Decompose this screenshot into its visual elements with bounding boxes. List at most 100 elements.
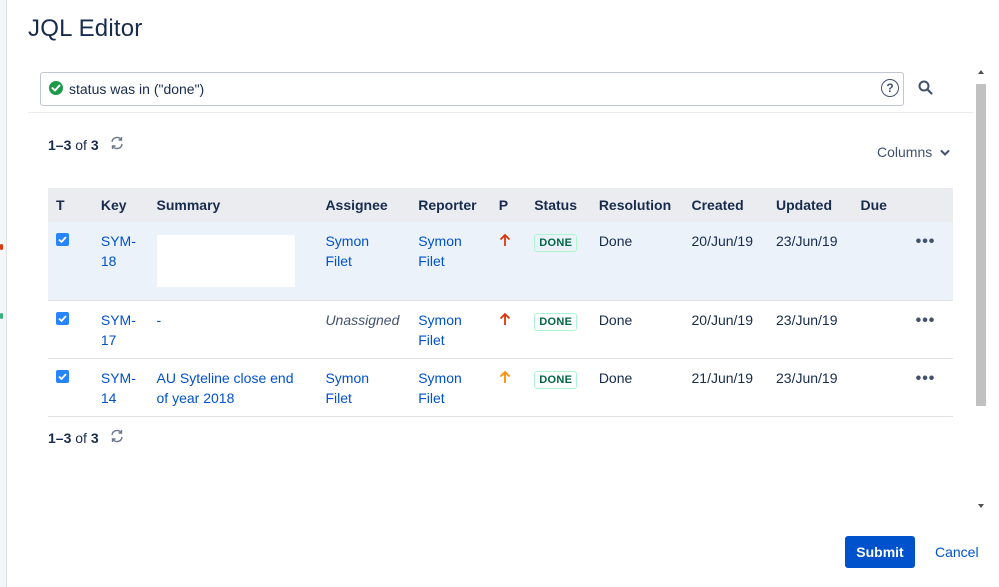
key-cell[interactable]: SYM- 17: [92, 300, 149, 359]
task-type-checkbox-icon: [56, 233, 69, 246]
pagination-bottom: 1–3 of 3: [48, 428, 125, 447]
key-cell[interactable]: SYM- 18: [92, 222, 149, 301]
issue-table: T Key Summary Assignee Reporter P Status…: [48, 188, 953, 417]
updated-cell: 23/Jun/19: [768, 300, 853, 359]
status-lozenge: DONE: [534, 371, 578, 389]
pager-total: 3: [90, 430, 99, 446]
due-cell: [852, 358, 908, 417]
pager-of: of: [75, 137, 87, 153]
scrollbar-thumb[interactable]: [976, 84, 986, 406]
type-cell: [48, 300, 93, 359]
column-header-updated[interactable]: Updated: [768, 188, 853, 222]
created-cell: 21/Jun/19: [683, 358, 768, 417]
reporter-cell[interactable]: Symon Filet: [410, 300, 491, 359]
reporter-link[interactable]: Symon Filet: [418, 370, 462, 406]
column-header-key[interactable]: Key: [92, 188, 149, 222]
type-cell: [48, 222, 93, 301]
more-actions-icon[interactable]: •••: [916, 312, 936, 329]
more-actions-icon[interactable]: •••: [916, 233, 936, 250]
dialog-title: JQL Editor: [28, 15, 143, 42]
reporter-link[interactable]: Symon Filet: [418, 312, 462, 348]
column-header-summary[interactable]: Summary: [148, 188, 318, 222]
scroll-up-arrow-icon[interactable]: [978, 70, 984, 74]
table-row[interactable]: SYM- 17 - Unassigned Symon Filet DONE Do…: [48, 300, 953, 359]
table-row[interactable]: SYM- 14 AU Syteline close end of year 2018…: [48, 358, 953, 417]
refresh-icon[interactable]: [109, 135, 125, 154]
background-page-strip: [0, 0, 7, 587]
priority-high-arrow-up-icon: [499, 232, 511, 252]
background-marker: [0, 313, 3, 319]
assignee-cell[interactable]: Symon Filet: [317, 358, 411, 417]
pager-range: 1–3: [48, 137, 72, 153]
updated-cell: 23/Jun/19: [768, 222, 853, 301]
resolution-cell: Done: [590, 222, 684, 301]
created-cell: 20/Jun/19: [683, 222, 768, 301]
column-header-type[interactable]: T: [48, 188, 93, 222]
summary-cell[interactable]: -: [148, 300, 318, 359]
jql-query-input[interactable]: status was in ("done") ?: [40, 72, 904, 106]
search-button[interactable]: [916, 78, 936, 98]
summary-cell[interactable]: [148, 222, 318, 301]
priority-cell: [490, 358, 527, 417]
columns-button[interactable]: Columns: [877, 144, 951, 160]
divider: [28, 112, 973, 113]
assignee-link[interactable]: Symon Filet: [325, 370, 369, 406]
actions-cell[interactable]: •••: [907, 222, 953, 301]
priority-medium-arrow-up-icon: [499, 369, 511, 389]
pager-total: 3: [90, 137, 99, 153]
priority-high-arrow-up-icon: [499, 311, 511, 331]
column-header-reporter[interactable]: Reporter: [410, 188, 491, 222]
column-header-status[interactable]: Status: [526, 188, 591, 222]
chevron-down-icon: [940, 150, 950, 157]
reporter-link[interactable]: Symon Filet: [418, 233, 462, 269]
due-cell: [852, 300, 908, 359]
issue-key-link[interactable]: SYM- 17: [101, 312, 136, 348]
pager-range: 1–3: [48, 430, 72, 446]
priority-cell: [490, 300, 527, 359]
summary-link[interactable]: -: [157, 312, 162, 328]
more-actions-icon[interactable]: •••: [916, 370, 936, 387]
resolution-cell: Done: [590, 300, 684, 359]
status-lozenge: DONE: [534, 313, 578, 331]
issue-key-link[interactable]: SYM- 14: [101, 370, 136, 406]
reporter-cell[interactable]: Symon Filet: [410, 358, 491, 417]
status-cell: DONE: [526, 358, 591, 417]
help-icon[interactable]: ?: [881, 79, 899, 97]
search-icon: [918, 80, 933, 95]
actions-cell[interactable]: •••: [907, 300, 953, 359]
valid-query-check-icon: [49, 81, 63, 95]
summary-link[interactable]: AU Syteline close end of year 2018: [157, 370, 294, 406]
scroll-down-arrow-icon[interactable]: [978, 504, 984, 508]
assignee-link[interactable]: Symon Filet: [325, 233, 369, 269]
pager-of: of: [75, 430, 87, 446]
submit-button[interactable]: Submit: [845, 536, 915, 568]
created-cell: 20/Jun/19: [683, 300, 768, 359]
priority-cell: [490, 222, 527, 301]
background-marker: [0, 244, 3, 250]
table-header-row: T Key Summary Assignee Reporter P Status…: [48, 188, 953, 222]
type-cell: [48, 358, 93, 417]
jql-query-text[interactable]: status was in ("done"): [69, 81, 204, 97]
column-header-resolution[interactable]: Resolution: [590, 188, 684, 222]
resolution-cell: Done: [590, 358, 684, 417]
column-header-created[interactable]: Created: [683, 188, 768, 222]
updated-cell: 23/Jun/19: [768, 358, 853, 417]
actions-cell[interactable]: •••: [907, 358, 953, 417]
assignee-cell: Unassigned: [317, 300, 411, 359]
reporter-cell[interactable]: Symon Filet: [410, 222, 491, 301]
table-row[interactable]: SYM- 18 Symon Filet Symon Filet DONE Don…: [48, 222, 953, 301]
column-header-due[interactable]: Due: [852, 188, 908, 222]
columns-label: Columns: [877, 144, 933, 160]
status-cell: DONE: [526, 300, 591, 359]
key-cell[interactable]: SYM- 14: [92, 358, 149, 417]
summary-cell[interactable]: AU Syteline close end of year 2018: [148, 358, 318, 417]
task-type-checkbox-icon: [56, 370, 69, 383]
column-header-priority[interactable]: P: [490, 188, 527, 222]
status-cell: DONE: [526, 222, 591, 301]
refresh-icon[interactable]: [109, 428, 125, 447]
issue-key-link[interactable]: SYM- 18: [101, 233, 136, 269]
assignee-cell[interactable]: Symon Filet: [317, 222, 411, 301]
column-header-assignee[interactable]: Assignee: [317, 188, 411, 222]
vertical-scrollbar[interactable]: [975, 66, 987, 512]
cancel-button[interactable]: Cancel: [935, 544, 979, 560]
